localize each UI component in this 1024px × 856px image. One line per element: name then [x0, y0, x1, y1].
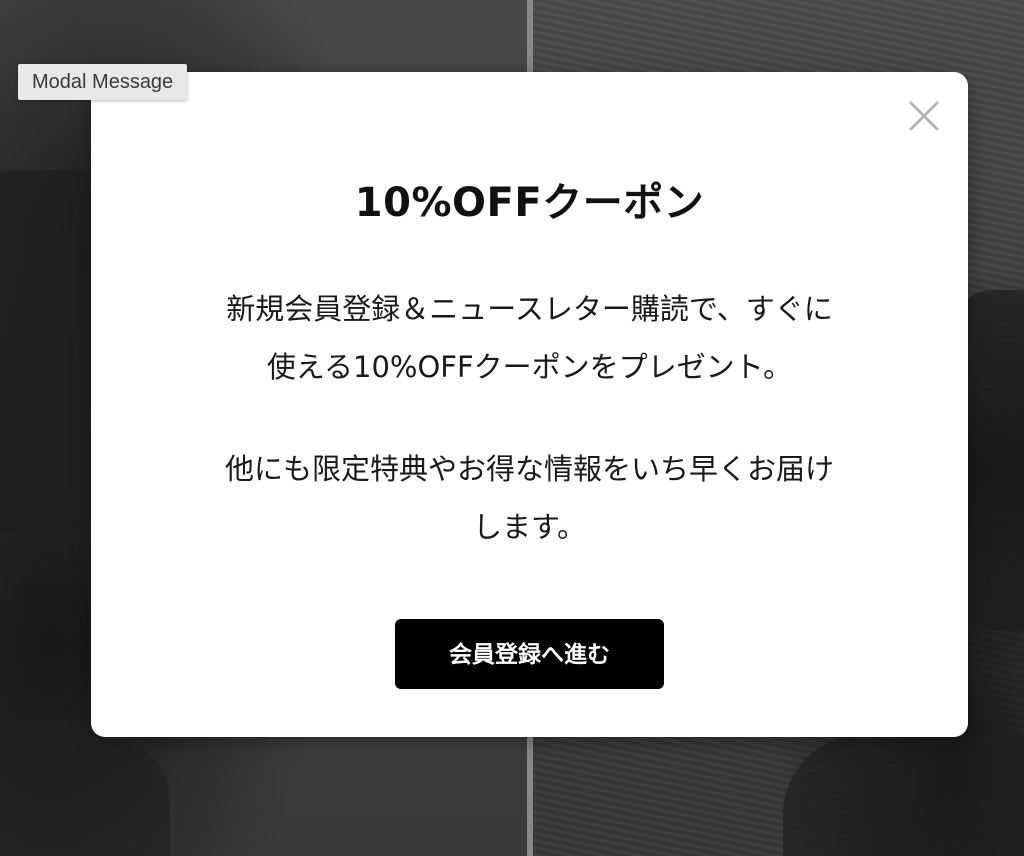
coupon-modal: 10%OFFクーポン 新規会員登録＆ニュースレター購読で、すぐに 使える10%O…: [91, 72, 968, 737]
body-line: します。: [472, 510, 587, 544]
close-icon: [909, 101, 939, 131]
body-line: 新規会員登録＆ニュースレター購読で、すぐに: [226, 292, 833, 326]
body-line: 使える10%OFFクーポンをプレゼント。: [266, 350, 793, 384]
modal-body: 新規会員登録＆ニュースレター購読で、すぐに 使える10%OFFクーポンをプレゼン…: [131, 280, 928, 556]
modal-message-tag: Modal Message: [18, 64, 188, 100]
close-button[interactable]: [906, 98, 942, 134]
paragraph-spacer: [131, 396, 928, 440]
body-line: 他にも限定特典やお得な情報をいち早くお届け: [224, 452, 834, 486]
modal-title: 10%OFFクーポン: [354, 180, 705, 226]
register-button[interactable]: 会員登録へ進む: [395, 619, 664, 689]
